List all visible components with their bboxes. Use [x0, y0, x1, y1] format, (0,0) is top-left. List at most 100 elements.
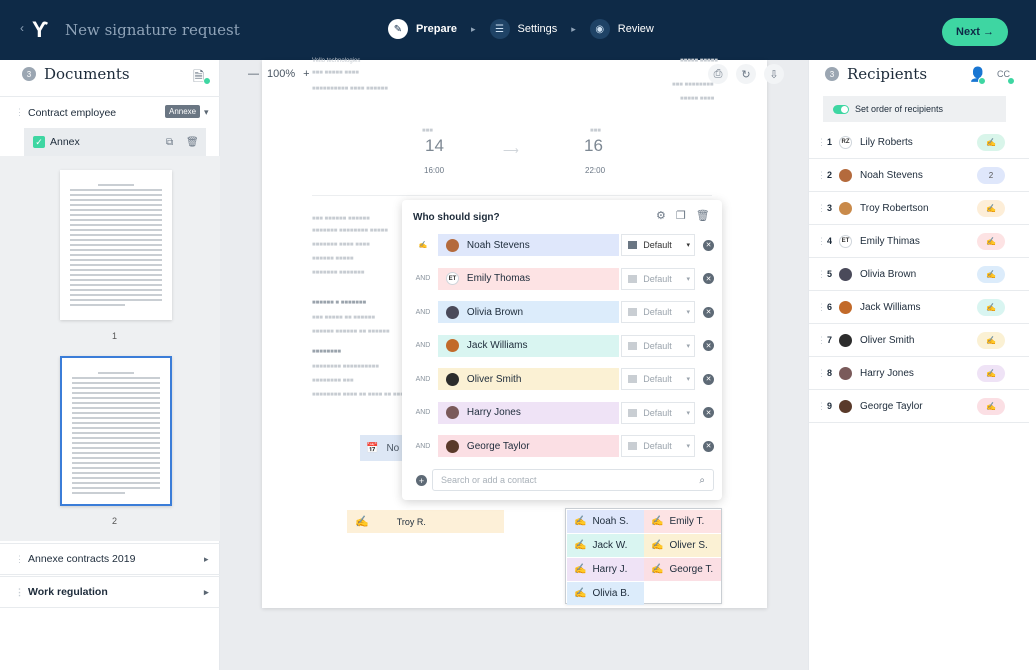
order-recipients-toggle[interactable]: Set order of recipients [823, 96, 1006, 122]
drag-handle-icon[interactable]: ⋮ [15, 587, 24, 598]
date-field[interactable]: 📅 No [360, 435, 404, 461]
option-swatch [628, 442, 638, 450]
remove-signer-icon[interactable]: ✕ [703, 273, 714, 284]
signer-name-field[interactable]: Olivia Brown [437, 301, 620, 323]
next-button[interactable]: Next → [942, 18, 1008, 46]
remove-signer-icon[interactable]: ✕ [703, 373, 714, 385]
recipient-role-badge[interactable]: ✍ [977, 134, 1005, 151]
duplicate-icon[interactable]: ❐ [676, 209, 686, 222]
remove-signer-icon[interactable]: ✕ [703, 340, 714, 351]
drag-handle-icon[interactable]: ⋮ [817, 335, 826, 346]
signature-field-option[interactable]: ✍ Emily T. [644, 510, 721, 533]
add-contact-icon[interactable]: + [416, 475, 427, 486]
step-review[interactable]: ◉ Review [589, 19, 654, 39]
zoom-in-button[interactable]: + [303, 68, 309, 80]
copy-icon[interactable]: ⧉ [166, 137, 173, 148]
remove-signer-icon[interactable]: ✕ [703, 440, 714, 452]
drag-handle-icon[interactable]: ⋮ [817, 401, 826, 412]
contact-search-input[interactable]: Search or add a contact ⌕ [432, 469, 714, 491]
drag-handle-icon[interactable]: ⋮ [15, 554, 24, 565]
signer-row[interactable]: AND Oliver Smith Default ▾ ✕ [412, 367, 714, 391]
signer-name-field[interactable]: Harry Jones [437, 401, 620, 424]
signer-option-select[interactable]: Default ▾ [621, 368, 696, 390]
recipient-role-badge[interactable]: ✍ [977, 233, 1005, 250]
signature-field-option[interactable]: ✍ Noah S. [567, 510, 644, 533]
recipient-row[interactable]: ⋮ 9 George Taylor ✍ [809, 390, 1029, 423]
drag-handle-icon[interactable]: ⋮ [817, 368, 826, 379]
signer-option-select[interactable]: Default ▾ [621, 334, 696, 357]
document-item-annexe-contracts[interactable]: ⋮ Annexe contracts 2019 ▸ [0, 543, 220, 575]
recipient-role-badge[interactable]: ✍ [977, 332, 1005, 349]
recipient-role-badge[interactable]: 2 [977, 167, 1005, 184]
remove-signer-icon[interactable]: ✕ [703, 306, 714, 318]
signer-row[interactable]: AND Jack Williams Default ▾ ✕ [412, 334, 714, 358]
signer-row[interactable]: ✍ Noah Stevens Default ▾ ✕ [412, 233, 714, 257]
drag-handle-icon[interactable]: ⋮ [817, 170, 826, 181]
signer-name-field[interactable]: Jack Williams [437, 334, 620, 357]
zoom-out-button[interactable]: — [248, 68, 259, 80]
document-item-work-regulation[interactable]: ⋮ Work regulation ▸ [0, 576, 220, 608]
recipient-row[interactable]: ⋮ 3 Troy Robertson ✍ [809, 192, 1029, 225]
chevron-right-icon[interactable]: ▸ [204, 554, 209, 565]
signer-option-select[interactable]: Default ▾ [621, 435, 696, 457]
document-item-contract-employee[interactable]: ⋮ Contract employee Annexe ▾ [0, 96, 220, 128]
drag-handle-icon[interactable]: ⋮ [817, 269, 826, 280]
download-icon[interactable]: ⇩ [764, 64, 784, 84]
step-settings[interactable]: ☰ Settings [489, 19, 557, 39]
signer-name-field[interactable]: Oliver Smith [437, 368, 620, 390]
recipient-row[interactable]: ⋮ 8 Harry Jones ✍ [809, 357, 1029, 390]
signature-label: Olivia B. [592, 588, 630, 599]
signer-row[interactable]: AND George Taylor Default ▾ ✕ [412, 434, 714, 458]
signer-name-field[interactable]: ET Emily Thomas [437, 267, 620, 290]
page-text: ■■■■■■ ■■■■■ [312, 256, 354, 262]
recipient-role-badge[interactable]: ✍ [977, 398, 1005, 415]
recipient-row[interactable]: ⋮ 2 Noah Stevens 2 [809, 159, 1029, 192]
drag-handle-icon[interactable]: ⋮ [15, 107, 24, 118]
signer-name-field[interactable]: Noah Stevens [437, 234, 620, 256]
signature-field-option[interactable]: ✍ Jack W. [567, 534, 644, 557]
signature-field-option[interactable]: ✍ Harry J. [567, 558, 644, 581]
recipient-role-badge[interactable]: ✍ [977, 299, 1005, 316]
recipient-row[interactable]: ⋮ 5 Olivia Brown ✍ [809, 258, 1029, 291]
recipient-role-badge[interactable]: ✍ [977, 365, 1005, 382]
signer-option-select[interactable]: Default ▾ [621, 401, 696, 424]
signature-field-option[interactable]: ✍ Oliver S. [644, 534, 721, 557]
signer-row[interactable]: AND ET Emily Thomas Default ▾ ✕ [412, 267, 714, 291]
gear-icon[interactable]: ⚙ [656, 209, 666, 222]
search-icon[interactable]: ⌕ [699, 475, 705, 486]
print-icon[interactable]: ⎙ [708, 64, 728, 84]
trash-icon[interactable]: 🗑 [696, 209, 710, 222]
signature-field-option[interactable]: ✍ George T. [644, 558, 721, 581]
chevron-down-icon[interactable]: ▾ [204, 107, 209, 118]
signer-name-field[interactable]: George Taylor [437, 435, 620, 457]
signer-row[interactable]: AND Harry Jones Default ▾ ✕ [412, 401, 714, 425]
signer-row[interactable]: AND Olivia Brown Default ▾ ✕ [412, 300, 714, 324]
drag-handle-icon[interactable]: ⋮ [817, 137, 826, 148]
checkbox-checked-icon[interactable]: ✓ [33, 136, 45, 148]
step-prepare[interactable]: ✎ Prepare [388, 19, 457, 39]
recipient-row[interactable]: ⋮ 1 RZ Lily Roberts ✍ [809, 126, 1029, 159]
annex-item[interactable]: ✓ Annex ⧉ 🗑 [24, 128, 206, 156]
recipient-role-badge[interactable]: ✍ [977, 266, 1005, 283]
page-thumbnail-selected[interactable] [60, 356, 172, 506]
signer-option-select[interactable]: Default ▾ [621, 267, 696, 290]
drag-handle-icon[interactable]: ⋮ [817, 302, 826, 313]
trash-icon[interactable]: 🗑 [186, 137, 199, 148]
drag-handle-icon[interactable]: ⋮ [817, 203, 826, 214]
recipient-role-badge[interactable]: ✍ [977, 200, 1005, 217]
back-chevron-icon[interactable]: ‹ [20, 21, 24, 35]
remove-signer-icon[interactable]: ✕ [703, 407, 714, 418]
recipient-row[interactable]: ⋮ 7 Oliver Smith ✍ [809, 324, 1029, 357]
signer-option-select[interactable]: Default ▾ [621, 234, 696, 256]
signature-field-troy[interactable]: ✍ Troy R. [347, 510, 504, 533]
page-thumbnail[interactable] [60, 170, 172, 320]
signer-option-select[interactable]: Default ▾ [621, 301, 696, 323]
signature-field-option[interactable]: ✍ Olivia B. [567, 582, 644, 605]
chevron-right-icon[interactable]: ▸ [204, 587, 209, 598]
rotate-icon[interactable]: ↻ [736, 64, 756, 84]
recipient-row[interactable]: ⋮ 6 Jack Williams ✍ [809, 291, 1029, 324]
toggle-switch[interactable] [833, 104, 849, 114]
recipient-row[interactable]: ⋮ 4 ET Emily Thimas ✍ [809, 225, 1029, 258]
remove-signer-icon[interactable]: ✕ [703, 239, 714, 251]
drag-handle-icon[interactable]: ⋮ [817, 236, 826, 247]
